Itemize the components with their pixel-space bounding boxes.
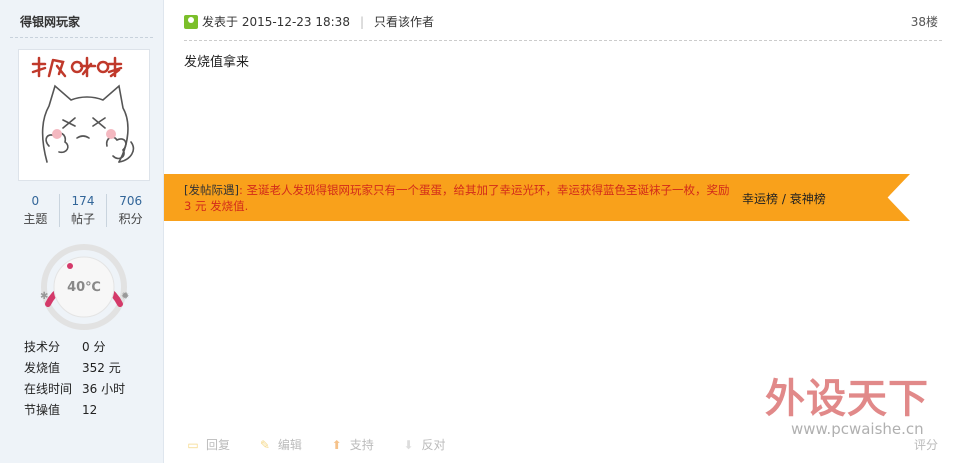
info-key: 发烧值 <box>24 361 61 375</box>
banner-message: : 圣诞老人发现得银网玩家只有一个蛋蛋，给其加了幸运光环，幸运获得蓝色圣诞袜子一… <box>184 183 730 213</box>
post-meta: 发表于 2015-12-23 18:38 | 只看该作者 38楼 <box>184 12 940 32</box>
avatar[interactable] <box>18 49 150 181</box>
reply-label: 回复 <box>206 438 231 452</box>
info-key: 技术分 <box>24 340 61 354</box>
info-key: 节操值 <box>24 403 61 417</box>
oppose-label: 反对 <box>421 438 446 452</box>
online-status-icon <box>184 15 198 29</box>
only-author-link[interactable]: 只看该作者 <box>374 15 434 29</box>
edit-label: 编辑 <box>277 438 302 452</box>
post-time: 发表于 2015-12-23 18:38 <box>202 15 350 29</box>
stat-posts[interactable]: 174 帖子 <box>60 194 108 227</box>
floor-number[interactable]: 38楼 <box>911 12 938 32</box>
rate-button[interactable]: 评分 <box>914 436 938 453</box>
oppose-button[interactable]: ⬇ 反对 <box>402 436 446 453</box>
thumbs-down-icon: ⬇ <box>403 438 414 452</box>
banner-tag: [发帖际遇] <box>184 183 239 197</box>
info-value: 36 小时 <box>82 382 126 396</box>
user-info: 技术分 0 分 发烧值 352 元 在线时间 36 小时 节操值 12 <box>24 337 125 421</box>
watermark-logo: 外设天下 <box>765 376 929 422</box>
stat-label: 积分 <box>118 212 143 226</box>
post-content: 发烧值拿来 <box>184 55 250 70</box>
post-actions: ▭ 回复 ✎ 编辑 ⬆ 支持 ⬇ 反对 评分 <box>186 436 942 456</box>
stat-value: 174 <box>71 194 95 208</box>
stat-value: 706 <box>119 194 143 208</box>
stat-points[interactable]: 706 积分 <box>107 194 154 227</box>
reply-button[interactable]: ▭ 回复 <box>186 436 230 453</box>
info-row: 技术分 0 分 <box>24 337 125 358</box>
cat-avatar-icon <box>31 56 135 163</box>
info-row: 发烧值 352 元 <box>24 358 125 379</box>
pencil-icon: ✎ <box>259 438 270 452</box>
stat-label: 帖子 <box>71 212 96 226</box>
support-label: 支持 <box>349 438 374 452</box>
thumbs-up-icon: ⬆ <box>331 438 342 452</box>
temperature-value: 40℃ <box>67 280 101 295</box>
user-sidebar: 得银网玩家 0 主题 174 帖子 706 积分 ✱ ✹ 40℃ 技术分 0 分… <box>0 0 164 463</box>
divider <box>10 37 153 38</box>
stat-threads[interactable]: 0 主题 <box>12 194 60 227</box>
temperature-gauge: ✱ ✹ 40℃ <box>34 240 134 330</box>
site-watermark: 外设天下 www.pcwaishe.cn <box>765 366 955 446</box>
lucky-rank-link[interactable]: 幸运榜 <box>742 192 778 206</box>
link-separator: / <box>778 192 790 206</box>
info-value: 352 元 <box>82 361 121 375</box>
unlucky-rank-link[interactable]: 衰神榜 <box>790 192 826 206</box>
edit-button[interactable]: ✎ 编辑 <box>258 436 302 453</box>
info-value: 12 <box>82 403 98 417</box>
info-key: 在线时间 <box>24 382 73 396</box>
username[interactable]: 得银网玩家 <box>20 13 80 30</box>
user-stats: 0 主题 174 帖子 706 积分 <box>12 194 154 227</box>
info-row: 节操值 12 <box>24 400 125 421</box>
banner-text: [发帖际遇]: 圣诞老人发现得银网玩家只有一个蛋蛋，给其加了幸运光环，幸运获得蓝… <box>184 182 732 214</box>
meta-divider: | <box>359 15 364 29</box>
support-button[interactable]: ⬆ 支持 <box>330 436 374 453</box>
divider <box>184 40 942 41</box>
event-banner: [发帖际遇]: 圣诞老人发现得银网玩家只有一个蛋蛋，给其加了幸运光环，幸运获得蓝… <box>164 174 910 221</box>
stat-label: 主题 <box>23 212 48 226</box>
info-value: 0 分 <box>82 340 106 354</box>
info-row: 在线时间 36 小时 <box>24 379 125 400</box>
stat-value: 0 <box>31 194 40 208</box>
reply-icon: ▭ <box>187 438 199 452</box>
banner-links: 幸运榜 / 衰神榜 <box>742 190 826 207</box>
